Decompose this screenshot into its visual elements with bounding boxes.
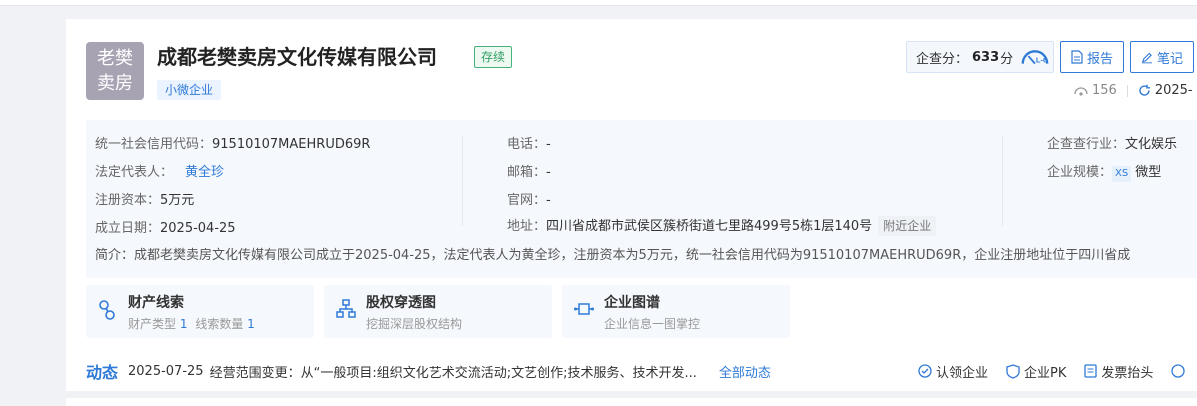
industry-row: 企查查行业：文化娱乐 xyxy=(1047,133,1177,152)
graph-icon xyxy=(574,303,594,315)
status-badge: 存续 xyxy=(474,46,513,68)
founded-label: 成立日期： xyxy=(95,221,161,236)
equity-chart-tile[interactable]: 股权穿透图 挖掘深层股权结构 xyxy=(324,285,552,338)
tile-subtitle: 挖掘深层股权结构 xyxy=(366,317,463,331)
report-label: 报告 xyxy=(1086,51,1113,67)
dynamics-title: 动态 xyxy=(86,363,119,382)
email-value: - xyxy=(546,165,551,180)
column-divider xyxy=(1002,136,1003,226)
company-name[interactable]: 成都老樊卖房文化传媒有限公司 xyxy=(157,41,437,70)
address-value: 四川省成都市武侯区簇桥街道七里路499号5栋1层140号 xyxy=(546,219,873,234)
stats-divider xyxy=(1126,84,1128,97)
basic-info-panel: 统一社会信用代码：91510107MAEHRUD69R 法定代表人： 黄全珍 注册… xyxy=(86,120,1197,278)
claim-label: 认领企业 xyxy=(936,365,989,381)
address-row: 地址：四川省成都市武侯区簇桥街道七里路499号5栋1层140号 附近企业 xyxy=(507,215,937,236)
credit-code-label: 统一社会信用代码： xyxy=(95,137,213,152)
next-card-edge xyxy=(66,398,1197,406)
all-dynamics-link[interactable]: 全部动态 xyxy=(719,362,771,381)
email-label: 邮箱： xyxy=(507,165,547,180)
company-summary: 简介：成都老樊卖房文化传媒有限公司成立于2025-04-25，法定代表人为黄全珍… xyxy=(95,248,1131,263)
nearby-button[interactable]: 附近企业 xyxy=(878,216,937,236)
invoice-icon xyxy=(1084,364,1098,378)
company-pk-button[interactable]: 企业PK xyxy=(1006,362,1066,381)
website-row: 官网：- xyxy=(507,189,551,208)
shield-icon xyxy=(1006,363,1020,379)
industry-label: 企查查行业： xyxy=(1047,137,1126,152)
report-button[interactable]: 报告 xyxy=(1060,41,1124,73)
score-label: 企查分： xyxy=(916,51,969,67)
scale-value: 微型 xyxy=(1135,165,1162,180)
enterprise-graph-tile[interactable]: 企业图谱 企业信息一图掌控 xyxy=(562,285,790,338)
asset-clues-tile[interactable]: 财产线索 财产类型 1 线索数量 1 xyxy=(86,285,314,338)
top-bar xyxy=(0,0,1197,6)
company-logo-text: 老樊卖房 xyxy=(97,48,133,94)
capital-value: 5万元 xyxy=(160,193,195,208)
tile-title: 财产线索 xyxy=(128,295,184,311)
more-button[interactable] xyxy=(1171,364,1189,378)
dynamics-text[interactable]: 经营范围变更：从“一般项目:组织文化艺术交流活动;文艺创作;技术服务、技术开发.… xyxy=(210,362,697,381)
founded-row: 成立日期：2025-04-25 xyxy=(95,217,236,236)
tile-subtitle: 企业信息一图掌控 xyxy=(604,317,701,331)
tile-title: 股权穿透图 xyxy=(366,295,436,311)
company-logo: 老樊卖房 xyxy=(86,42,144,100)
verified-icon xyxy=(918,364,932,378)
scale-row: 企业规模： XS 微型 xyxy=(1047,161,1161,182)
asset-type-count: 1 xyxy=(179,317,188,331)
score-unit: 分 xyxy=(1000,51,1014,67)
email-row: 邮箱：- xyxy=(507,161,551,180)
dynamics-date: 2025-07-25 xyxy=(128,363,204,379)
score-level: L-6 xyxy=(1036,56,1047,65)
document-icon xyxy=(1071,50,1083,64)
updated-date: 2025- xyxy=(1154,83,1193,98)
refresh-icon[interactable] xyxy=(1138,84,1151,97)
score-panel[interactable]: 企查分： 633 分 L-6 xyxy=(906,41,1054,73)
pencil-icon xyxy=(1141,52,1153,63)
industry-value: 文化娱乐 xyxy=(1125,137,1178,152)
clue-count-label: 线索数量 xyxy=(195,317,244,331)
pk-label: 企业PK xyxy=(1024,365,1067,381)
org-chart-icon xyxy=(336,299,356,318)
link-icon xyxy=(99,300,115,320)
legal-rep-label: 法定代表人： xyxy=(95,165,174,180)
capital-label: 注册资本： xyxy=(95,193,161,208)
claim-company-button[interactable]: 认领企业 xyxy=(918,362,988,381)
website-value: - xyxy=(546,193,551,208)
score-value: 633 xyxy=(972,49,1000,65)
credit-code-row: 统一社会信用代码：91510107MAEHRUD69R xyxy=(95,133,370,152)
gauge-icon: L-6 xyxy=(1021,50,1049,65)
circle-icon xyxy=(1171,364,1186,378)
action-bar: 认领企业 企业PK 发票抬头 xyxy=(918,359,1197,383)
scale-badge: XS xyxy=(1112,166,1132,182)
note-label: 笔记 xyxy=(1156,51,1183,67)
phone-row: 电话：- xyxy=(507,133,551,152)
invoice-title-button[interactable]: 发票抬头 xyxy=(1084,362,1153,381)
view-stats: 156 2025- xyxy=(1074,83,1193,98)
capital-row: 注册资本：5万元 xyxy=(95,189,194,208)
tile-title: 企业图谱 xyxy=(604,295,660,311)
phone-label: 电话： xyxy=(507,137,547,152)
scale-label: 企业规模： xyxy=(1047,165,1113,180)
legal-rep-link[interactable]: 黄全珍 xyxy=(185,165,224,180)
website-label: 官网： xyxy=(507,193,547,208)
founded-value: 2025-04-25 xyxy=(160,221,236,236)
credit-code-value[interactable]: 91510107MAEHRUD69R xyxy=(212,137,370,152)
asset-type-label: 财产类型 xyxy=(128,317,177,331)
address-label: 地址： xyxy=(507,219,547,234)
invoice-label: 发票抬头 xyxy=(1101,365,1154,381)
tile-subtitle: 财产类型 1 线索数量 1 xyxy=(128,315,255,332)
clue-count: 1 xyxy=(247,317,255,331)
company-header-card: 老樊卖房 成都老樊卖房文化传媒有限公司 存续 小微企业 企查分： 633 分 L… xyxy=(66,19,1197,391)
views-count: 156 xyxy=(1092,83,1117,98)
company-tag[interactable]: 小微企业 xyxy=(157,80,222,100)
column-divider xyxy=(462,136,463,226)
phone-value: - xyxy=(546,137,551,152)
views-icon xyxy=(1074,86,1088,96)
note-button[interactable]: 笔记 xyxy=(1130,41,1194,73)
legal-rep-row: 法定代表人： 黄全珍 xyxy=(95,161,224,180)
